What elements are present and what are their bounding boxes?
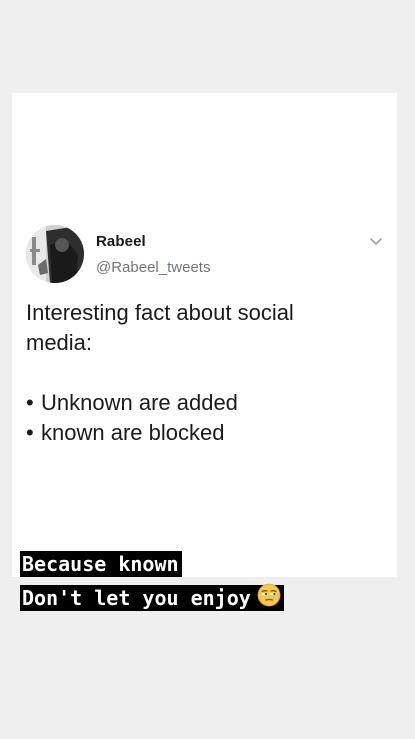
display-name[interactable]: Rabeel bbox=[96, 233, 146, 250]
caption-line-1: Because known bbox=[20, 551, 182, 577]
caption-line-2: Don't let you enjoy bbox=[20, 583, 284, 613]
list-item-text: known are blocked bbox=[41, 420, 225, 445]
list-item: • known are blocked bbox=[26, 418, 366, 448]
tweet-card[interactable]: Rabeel @Rabeel_tweets Interesting fact a… bbox=[12, 93, 397, 577]
avatar[interactable] bbox=[26, 225, 84, 283]
user-handle[interactable]: @Rabeel_tweets bbox=[96, 259, 210, 276]
caption-text: Don't let you enjoy bbox=[22, 586, 251, 610]
bullet-dot: • bbox=[26, 420, 34, 445]
list-item: • Unknown are added bbox=[26, 388, 366, 418]
story-frame: Rabeel @Rabeel_tweets Interesting fact a… bbox=[0, 0, 415, 739]
chevron-down-icon[interactable] bbox=[369, 234, 383, 245]
profile-photo bbox=[26, 225, 84, 283]
tweet-text-line: media: bbox=[26, 330, 93, 355]
bullet-dot: • bbox=[26, 390, 34, 415]
tweet-text: Interesting fact about social media: • Un… bbox=[26, 298, 366, 448]
unamused-face-emoji-icon bbox=[257, 583, 281, 613]
list-item-text: Unknown are added bbox=[41, 390, 238, 415]
tweet-text-line: Interesting fact about social bbox=[26, 300, 294, 325]
caption-text: Because known bbox=[22, 552, 179, 576]
